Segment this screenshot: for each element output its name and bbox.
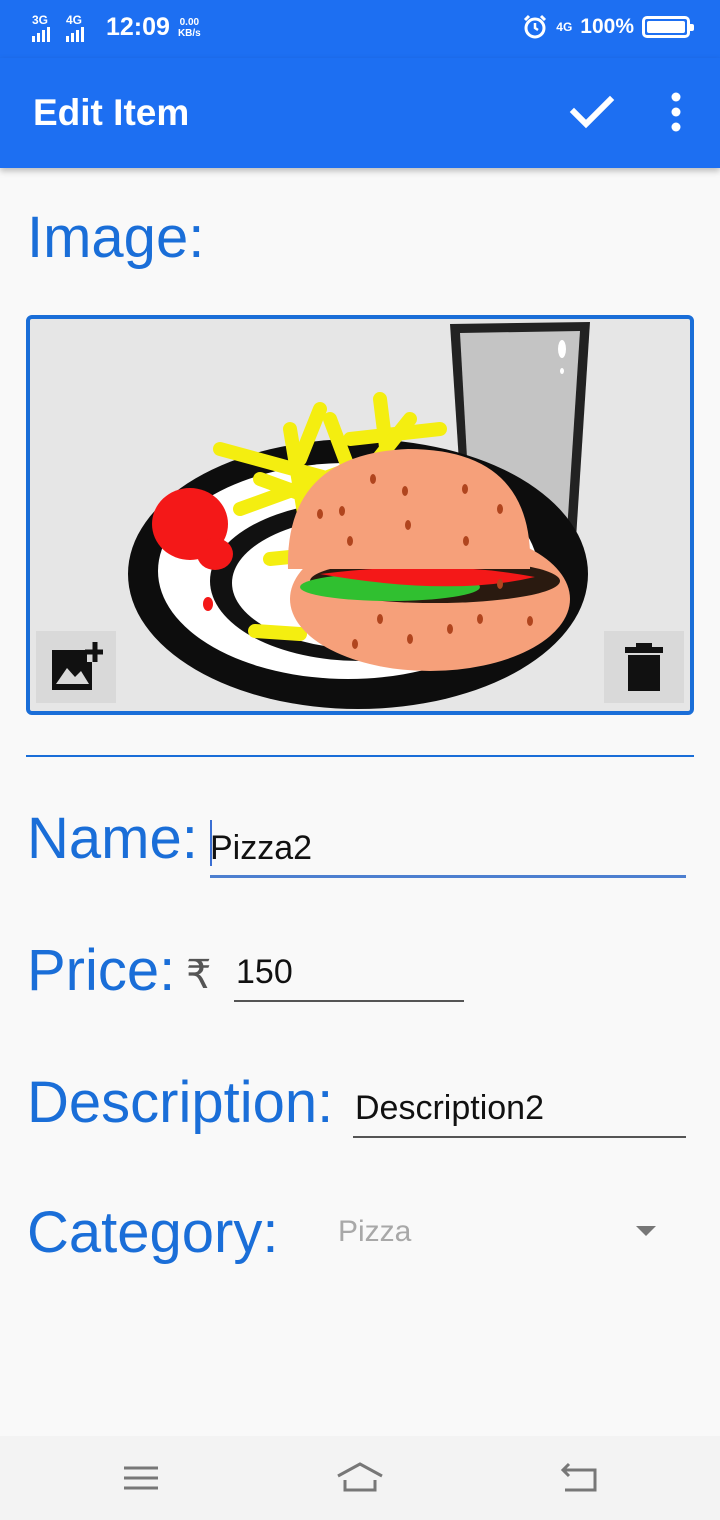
save-button[interactable] — [566, 90, 618, 134]
description-label: Description: — [27, 1070, 334, 1135]
name-input-value: Pizza2 — [210, 829, 313, 867]
add-photo-icon — [52, 642, 103, 690]
delete-image-button[interactable] — [604, 631, 684, 703]
price-input-value: 150 — [236, 953, 293, 991]
category-label: Category: — [27, 1200, 279, 1265]
rupee-icon: ₹ — [186, 953, 212, 997]
price-input[interactable]: 150 — [234, 942, 464, 1002]
network-4g-indicator: 4G — [556, 20, 573, 34]
network-speed: 0.00 KB/s — [178, 17, 201, 42]
network-speed-unit: KB/s — [177, 28, 201, 39]
clock: 12:09 — [106, 13, 170, 41]
status-bar: 3G 4G 12:09 0.00 KB/s 4G 100% — [0, 0, 720, 58]
add-image-button[interactable] — [36, 631, 116, 703]
network-type-1: 3G — [32, 13, 49, 27]
home-icon — [337, 1462, 383, 1492]
battery-fill — [647, 21, 685, 33]
network-speed-value: 0.00 — [179, 17, 200, 28]
home-button[interactable] — [335, 1456, 385, 1500]
image-label: Image: — [27, 205, 205, 270]
back-button[interactable] — [555, 1456, 605, 1500]
network-type-2: 4G — [66, 13, 83, 27]
category-value: Pizza — [338, 1215, 412, 1248]
signal-3g-icon: 3G — [32, 14, 62, 42]
name-input[interactable]: Pizza2 — [210, 818, 686, 878]
description-input-value: Description2 — [355, 1089, 544, 1127]
app-bar: Edit Item — [0, 58, 720, 168]
recent-apps-button[interactable] — [116, 1456, 166, 1500]
check-icon — [569, 95, 615, 129]
back-icon — [560, 1462, 597, 1492]
page-title: Edit Item — [33, 92, 190, 133]
price-label: Price: — [27, 938, 176, 1003]
delete-icon — [625, 643, 663, 691]
dropdown-arrow-icon — [636, 1226, 656, 1236]
more-vert-icon — [671, 92, 681, 132]
description-input[interactable]: Description2 — [353, 1078, 686, 1138]
menu-icon — [124, 1466, 158, 1490]
battery-icon — [642, 16, 694, 38]
food-illustration — [128, 322, 590, 709]
section-divider — [26, 755, 694, 757]
overflow-menu-button[interactable] — [660, 88, 692, 134]
alarm-icon — [524, 14, 547, 39]
system-nav-bar — [0, 1436, 720, 1520]
name-label: Name: — [27, 806, 198, 871]
battery-percent: 100% — [580, 15, 634, 38]
text-cursor — [210, 820, 212, 866]
item-image[interactable] — [26, 315, 694, 715]
signal-4g-icon: 4G — [66, 14, 96, 42]
